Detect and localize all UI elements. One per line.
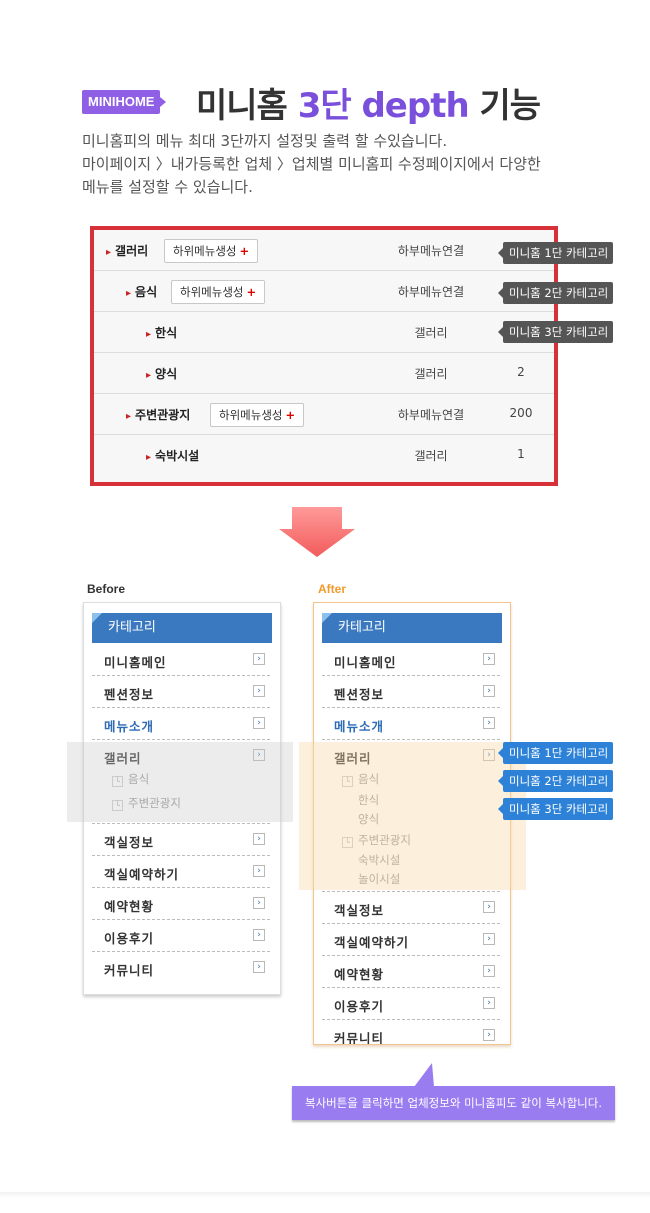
- menu-item[interactable]: 객실예약하기 ›: [322, 924, 500, 956]
- menu-item[interactable]: 미니홈메인 ›: [322, 644, 500, 676]
- row-name: 양식: [146, 365, 177, 382]
- menu-item[interactable]: 객실예약하기 ›: [92, 856, 270, 888]
- row-name: 숙박시설: [146, 447, 199, 464]
- sort-value[interactable]: 2: [494, 365, 548, 379]
- footer-divider: [0, 1192, 650, 1198]
- sort-value[interactable]: 1: [494, 447, 548, 461]
- desc-line-3: 메뉴를 설정할 수 있습니다.: [82, 178, 253, 196]
- depth-2-tag: 미니홈 2단 카테고리: [497, 282, 614, 304]
- menu-item[interactable]: 이용후기 ›: [92, 920, 270, 952]
- category-header: 카테고리: [92, 613, 272, 643]
- row-name: 한식: [146, 324, 177, 341]
- settings-row: 한식 갤러리: [94, 312, 554, 353]
- plus-icon: +: [246, 285, 257, 299]
- category-header: 카테고리: [322, 613, 502, 643]
- chevron-right-icon: ›: [483, 717, 495, 729]
- link-type[interactable]: 하부메뉴연결: [376, 283, 486, 300]
- menu-item[interactable]: 펜션정보 ›: [322, 676, 500, 708]
- row-name: 갤러리: [106, 242, 148, 259]
- desc-line-1: 미니홈피의 메뉴 최대 3단까지 설정및 출력 할 수있습니다.: [82, 132, 448, 150]
- depth-1-tag: 미니홈 1단 카테고리: [497, 242, 614, 264]
- settings-row: 음식 하위메뉴생성+ 하부메뉴연결: [94, 271, 554, 312]
- page-description: 미니홈피의 메뉴 최대 3단까지 설정및 출력 할 수있습니다. 마이페이지 〉…: [82, 130, 541, 199]
- before-label: Before: [87, 582, 126, 596]
- depth-2-tag: 미니홈 2단 카테고리: [497, 770, 614, 792]
- link-type[interactable]: 갤러리: [376, 324, 486, 341]
- chevron-right-icon: ›: [483, 1029, 495, 1041]
- copy-info-callout: 복사버튼을 클릭하면 업체정보와 미니홈피도 같이 복사합니다.: [292, 1086, 615, 1120]
- chevron-right-icon: ›: [483, 901, 495, 913]
- sort-value[interactable]: 200: [494, 406, 548, 420]
- create-submenu-button[interactable]: 하위메뉴생성 +: [164, 239, 259, 263]
- link-type[interactable]: 갤러리: [376, 447, 486, 464]
- desc-line-2: 마이페이지 〉내가등록한 업체 〉업체별 미니홈피 수정페이지에서 다양한: [82, 155, 541, 173]
- link-type[interactable]: 갤러리: [376, 365, 486, 382]
- settings-row: 양식 갤러리 2: [94, 353, 554, 394]
- menu-item[interactable]: 이용후기 ›: [322, 988, 500, 1020]
- after-highlight: [299, 742, 526, 890]
- create-submenu-button[interactable]: 하위메뉴생성 +: [171, 280, 266, 304]
- minihome-badge: MINIHOME: [82, 90, 167, 114]
- plus-icon: +: [285, 408, 296, 422]
- menu-item[interactable]: 커뮤니티 ›: [322, 1020, 500, 1044]
- depth-1-tag: 미니홈 1단 카테고리: [497, 742, 614, 764]
- menu-item[interactable]: 객실정보 ›: [322, 892, 500, 924]
- chevron-right-icon: ›: [483, 997, 495, 1009]
- callout-pointer-icon: [414, 1063, 434, 1087]
- chevron-right-icon: ›: [253, 929, 265, 941]
- link-type[interactable]: 하부메뉴연결: [376, 242, 486, 259]
- link-type[interactable]: 하부메뉴연결: [376, 406, 486, 423]
- settings-row: 숙박시설 갤러리 1: [94, 435, 554, 476]
- menu-item[interactable]: 미니홈메인 ›: [92, 644, 270, 676]
- chevron-right-icon: ›: [483, 653, 495, 665]
- chevron-right-icon: ›: [253, 897, 265, 909]
- menu-item[interactable]: 펜션정보 ›: [92, 676, 270, 708]
- menu-item[interactable]: 메뉴소개 ›: [322, 708, 500, 740]
- plus-icon: +: [239, 244, 250, 258]
- settings-row: 갤러리 하위메뉴생성+ 하부메뉴연결: [94, 230, 554, 271]
- chevron-right-icon: ›: [253, 685, 265, 697]
- settings-row: 주변관광지 하위메뉴생성+ 하부메뉴연결 200: [94, 394, 554, 435]
- before-highlight: [67, 742, 293, 822]
- chevron-right-icon: ›: [253, 653, 265, 665]
- chevron-right-icon: ›: [253, 717, 265, 729]
- down-arrow-icon: [279, 507, 355, 557]
- chevron-right-icon: ›: [253, 961, 265, 973]
- create-submenu-button[interactable]: 하위메뉴생성 +: [210, 403, 305, 427]
- chevron-right-icon: ›: [253, 865, 265, 877]
- chevron-right-icon: ›: [483, 965, 495, 977]
- menu-item[interactable]: 예약현황 ›: [322, 956, 500, 988]
- page-title: 미니홈 3단 depth 기능: [196, 86, 541, 126]
- chevron-right-icon: ›: [483, 933, 495, 945]
- after-label: After: [318, 582, 347, 596]
- row-name: 주변관광지: [126, 406, 190, 423]
- chevron-right-icon: ›: [253, 833, 265, 845]
- menu-settings-table: 갤러리 하위메뉴생성+ 하부메뉴연결 음식 하위메뉴생성+ 하부메뉴연결 한식 …: [90, 226, 558, 486]
- row-name: 음식: [126, 283, 157, 300]
- depth-3-tag: 미니홈 3단 카테고리: [497, 798, 614, 820]
- menu-item[interactable]: 메뉴소개 ›: [92, 708, 270, 740]
- depth-3-tag: 미니홈 3단 카테고리: [497, 321, 614, 343]
- menu-item[interactable]: 예약현황 ›: [92, 888, 270, 920]
- menu-item[interactable]: 객실정보 ›: [92, 824, 270, 856]
- menu-item[interactable]: 커뮤니티 ›: [92, 952, 270, 984]
- chevron-right-icon: ›: [483, 685, 495, 697]
